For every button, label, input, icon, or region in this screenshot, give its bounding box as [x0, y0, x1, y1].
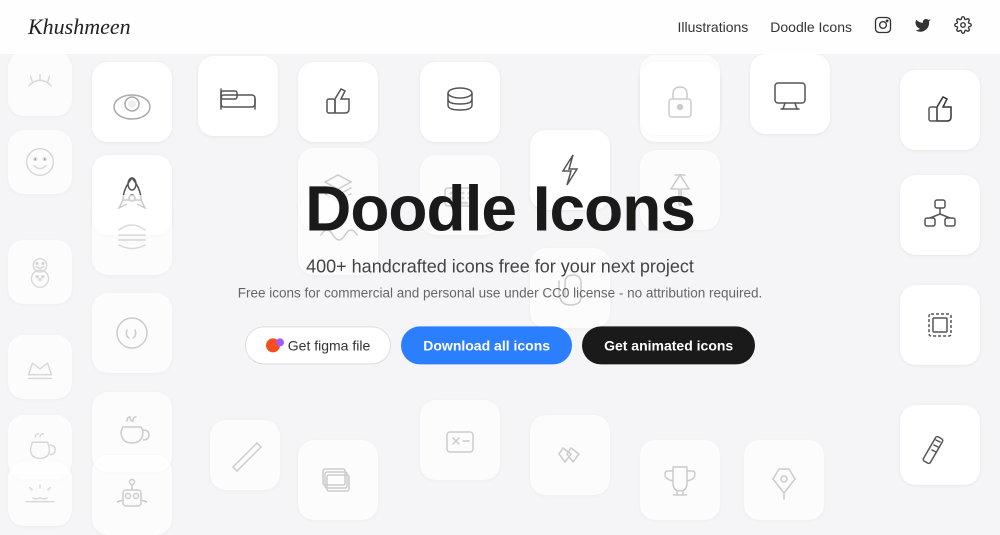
cta-buttons: Get figma file Download all icons Get an… — [200, 327, 800, 365]
twitter-icon[interactable] — [914, 16, 932, 39]
trophy-icon — [640, 440, 720, 520]
database-icon — [420, 62, 500, 142]
pencil-icon — [210, 420, 280, 490]
get-figma-file-button[interactable]: Get figma file — [245, 327, 391, 365]
tea-cup-icon — [92, 392, 172, 472]
hero-section: Doodle Icons 400+ handcrafted icons free… — [200, 175, 800, 364]
pen-nib-icon — [744, 440, 824, 520]
stacked-papers-icon — [298, 440, 378, 520]
sunrise-icon — [8, 462, 72, 526]
fried-egg-icon — [92, 62, 172, 142]
hero-description: Free icons for commercial and personal u… — [200, 286, 800, 301]
logo[interactable]: Khushmeen — [28, 14, 131, 40]
hierarchy-icon — [900, 175, 980, 255]
monitor-right-icon — [750, 54, 830, 134]
hero-subtitle: 400+ handcrafted icons free for your nex… — [200, 257, 800, 278]
moon-face-icon — [92, 293, 172, 373]
burger-icon — [92, 195, 172, 275]
lock-icon — [640, 62, 720, 142]
figma-logo-icon — [266, 339, 280, 353]
crop-icon — [900, 285, 980, 365]
instagram-icon[interactable] — [874, 16, 892, 39]
download-all-icons-button[interactable]: Download all icons — [401, 327, 572, 365]
thumbs-up-left-icon — [298, 62, 378, 142]
figma-button-label: Get figma file — [288, 338, 370, 354]
nav-doodle-icons[interactable]: Doodle Icons — [770, 19, 852, 35]
diamonds-icon — [530, 415, 610, 495]
crown-icon — [8, 335, 72, 399]
x-icon — [420, 400, 500, 480]
rocket-icon — [92, 155, 172, 235]
monitor-icon — [640, 55, 720, 135]
hero-title: Doodle Icons — [200, 175, 800, 242]
nav: Illustrations Doodle Icons — [677, 16, 972, 39]
bed-icon — [198, 56, 278, 136]
thumbs-up-right-icon — [900, 70, 980, 150]
smiley-icon — [8, 130, 72, 194]
get-animated-icons-button[interactable]: Get animated icons — [582, 327, 755, 365]
robot-icon — [92, 455, 172, 535]
settings-icon[interactable] — [954, 16, 972, 39]
eye-lashes-icon — [8, 52, 72, 116]
header: Khushmeen Illustrations Doodle Icons — [0, 0, 1000, 54]
nav-illustrations[interactable]: Illustrations — [677, 19, 748, 35]
snowman-icon — [8, 240, 72, 304]
ruler-icon — [900, 405, 980, 485]
coffee-cup-icon — [8, 415, 72, 479]
